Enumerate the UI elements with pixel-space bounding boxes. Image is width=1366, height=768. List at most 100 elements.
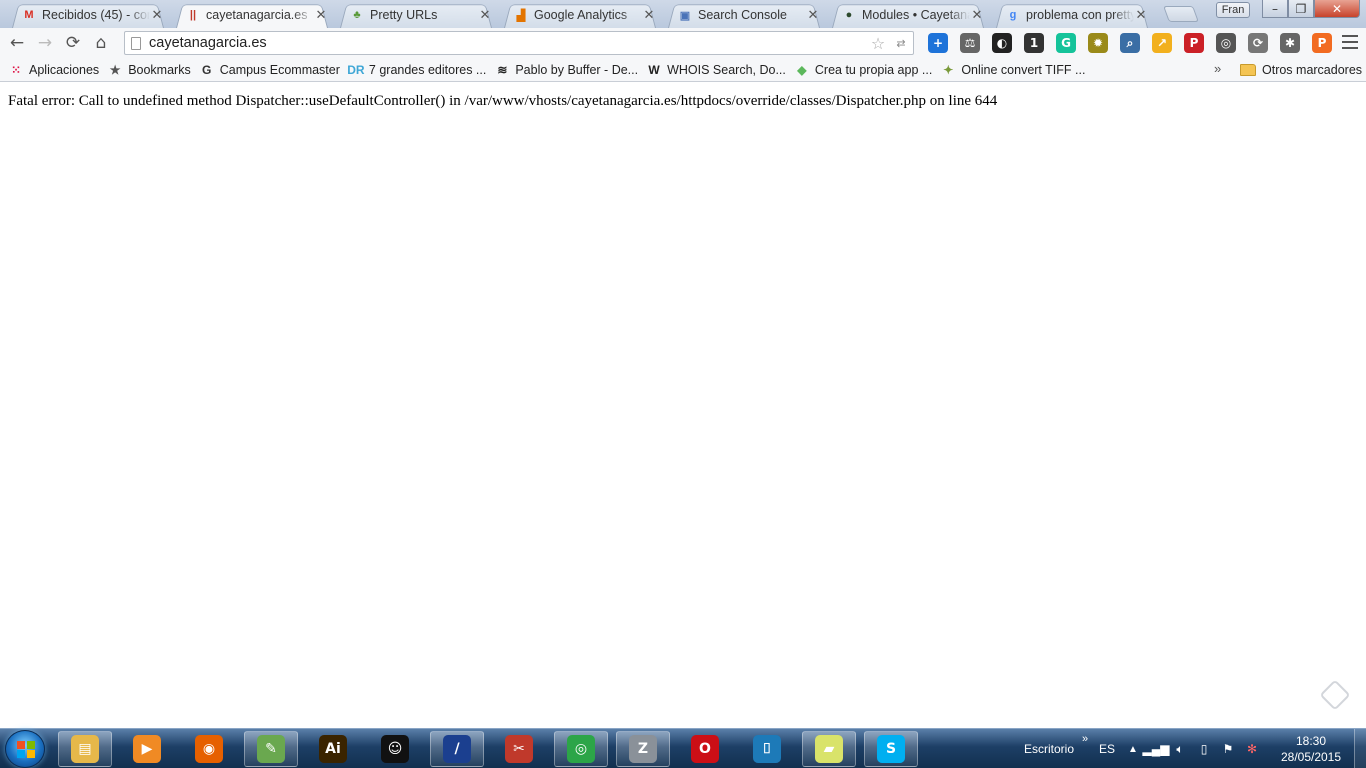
close-window-button[interactable]: ✕ — [1314, 0, 1360, 18]
tab-4[interactable]: ▟ Google Analytics ✕ — [496, 2, 664, 28]
close-tab-icon[interactable]: ✕ — [1134, 7, 1148, 23]
taskbar-app-button[interactable]: / — [430, 731, 484, 767]
bookmarks-overflow-button[interactable]: » — [1214, 61, 1221, 76]
site-favicon-icon: || — [186, 8, 200, 22]
extension-button[interactable]: ⟳ — [1242, 30, 1274, 56]
prestashop-admin-icon: ● — [842, 8, 856, 22]
chrome-menu-button[interactable] — [1342, 33, 1358, 51]
extension-button[interactable]: 1 — [1018, 30, 1050, 56]
taskbar-app-button[interactable]: ✎ — [244, 731, 298, 767]
tab-3[interactable]: ♣ Pretty URLs ✕ — [332, 2, 500, 28]
taskbar-app-button[interactable]: ◉ — [182, 731, 236, 767]
fatal-error-message: Fatal error: Call to undefined method Di… — [8, 93, 997, 110]
taskbar-app-button[interactable]: ✂ — [492, 731, 546, 767]
tab-1[interactable]: M Recibidos (45) - cont ✕ — [4, 2, 172, 28]
extension-button[interactable]: P — [1306, 30, 1338, 56]
system-tray: Escritorio » ES ▲ ▂▄▆ 🔈︎ ▯ ⚑ ✻ — [1020, 729, 1264, 768]
extension-button[interactable]: G — [1050, 30, 1082, 56]
buffer-icon: ≋ — [494, 62, 510, 78]
addthis-icon: + — [928, 33, 948, 53]
show-hidden-icons-icon[interactable]: ▲ — [1122, 729, 1144, 768]
bookmark-item[interactable]: ✦ Online convert TIFF ... — [938, 59, 1091, 81]
tray-chevron[interactable]: » — [1078, 729, 1092, 768]
gmail-icon: M — [22, 8, 36, 22]
flag-icon[interactable]: ⚑ — [1216, 729, 1240, 768]
bookmark-label: Online convert TIFF ... — [961, 63, 1085, 77]
analytics-extension-icon: ↗ — [1152, 33, 1172, 53]
google-search-icon: g — [1006, 8, 1020, 22]
address-bar[interactable]: ☆ ⇄ — [124, 31, 914, 55]
reload-button[interactable]: ⟳ — [59, 29, 87, 57]
seo-magnifier-icon: ⌕ — [1120, 33, 1140, 53]
close-tab-icon[interactable]: ✕ — [642, 7, 656, 23]
bookmark-item[interactable]: ≋ Pablo by Buffer - De... — [492, 59, 644, 81]
clock[interactable]: 18:30 28/05/2015 — [1276, 733, 1346, 765]
language-indicator[interactable]: ES — [1092, 729, 1122, 768]
bookmark-star-icon[interactable]: ☆ — [867, 34, 889, 53]
bookmark-item[interactable]: W WHOIS Search, Do... — [644, 59, 792, 81]
bookmark-item[interactable]: ⁙ Aplicaciones — [6, 59, 105, 81]
power-icon[interactable]: ▯ — [1192, 729, 1216, 768]
extension-button[interactable]: ✱ — [1274, 30, 1306, 56]
extension-button[interactable]: + — [922, 30, 954, 56]
tab-7[interactable]: g problema con pretty ✕ — [988, 2, 1156, 28]
extension-button[interactable]: ◐ — [986, 30, 1018, 56]
tab-strip: Fran – ❐ ✕ M Recibidos (45) - cont ✕ || caye… — [0, 0, 1366, 28]
extension-button[interactable]: ↗ — [1146, 30, 1178, 56]
close-tab-icon[interactable]: ✕ — [970, 7, 984, 23]
minimize-button[interactable]: – — [1262, 0, 1288, 18]
translate-icon[interactable]: ⇄ — [889, 37, 913, 50]
taskbar-app-button[interactable]: O — [678, 731, 732, 767]
windows-taskbar: Escritorio » ES ▲ ▂▄▆ 🔈︎ ▯ ⚑ ✻ 18:30 28/… — [0, 728, 1366, 768]
volume-icon[interactable]: 🔈︎ — [1168, 729, 1192, 768]
taskbar-app-button[interactable]: ⌷ — [740, 731, 794, 767]
grammarly-icon: G — [1056, 33, 1076, 53]
close-tab-icon[interactable]: ✕ — [478, 7, 492, 23]
bookmark-item[interactable]: ★ Bookmarks — [105, 59, 197, 81]
floating-extension-icon[interactable] — [1319, 679, 1350, 710]
profile-button[interactable]: Fran — [1216, 2, 1250, 18]
close-tab-icon[interactable]: ✕ — [150, 7, 164, 23]
extension-button[interactable]: ✹ — [1082, 30, 1114, 56]
bookmark-item[interactable]: G Campus Ecommaster — [197, 59, 346, 81]
bookmark-label: 7 grandes editores ... — [369, 63, 486, 77]
back-button[interactable]: ← — [3, 29, 31, 57]
taskbar-app-button[interactable]: ▶ — [120, 731, 174, 767]
taskbar-app-button[interactable]: S — [864, 731, 918, 767]
url-input[interactable] — [149, 33, 867, 53]
desktop-toolbar-label[interactable]: Escritorio — [1020, 729, 1078, 768]
tab-title: Search Console — [698, 8, 806, 22]
extension-button[interactable]: ◎ — [1210, 30, 1242, 56]
tab-5[interactable]: ▣ Search Console ✕ — [660, 2, 828, 28]
taskbar-app-button[interactable]: Z — [616, 731, 670, 767]
home-button[interactable]: ⌂ — [87, 29, 115, 57]
taskbar-app-button[interactable]: ▤ — [58, 731, 112, 767]
extension-button[interactable]: P — [1178, 30, 1210, 56]
taskbar-app-button[interactable]: ▰ — [802, 731, 856, 767]
extension-button[interactable]: ⌕ — [1114, 30, 1146, 56]
g-logo-icon: G — [199, 62, 215, 78]
sync-icon: ⟳ — [1248, 33, 1268, 53]
forward-button[interactable]: → — [31, 29, 59, 57]
extension-button[interactable]: ⚖ — [954, 30, 986, 56]
maximize-button[interactable]: ❐ — [1288, 0, 1314, 18]
show-desktop-button[interactable] — [1354, 729, 1366, 768]
bookmark-item[interactable]: DR 7 grandes editores ... — [346, 59, 492, 81]
bookmark-label: Aplicaciones — [29, 63, 99, 77]
tab-title: Google Analytics — [534, 8, 642, 22]
network-icon[interactable]: ▂▄▆ — [1144, 729, 1168, 768]
other-bookmarks-folder[interactable]: Otros marcadores — [1240, 59, 1362, 81]
tab-2[interactable]: || cayetanagarcia.es ✕ — [168, 2, 336, 28]
start-button[interactable] — [5, 730, 45, 768]
tab-6[interactable]: ● Modules • Cayetana ✕ — [824, 2, 992, 28]
smiley-app-icon: ☺ — [381, 735, 409, 763]
bookmark-item[interactable]: ◆ Crea tu propia app ... — [792, 59, 938, 81]
taskbar-app-button[interactable]: Ai — [306, 731, 360, 767]
new-tab-button[interactable] — [1163, 6, 1199, 22]
taskbar-app-button[interactable]: ◎ — [554, 731, 608, 767]
owl-icon: ◐ — [992, 33, 1012, 53]
close-tab-icon[interactable]: ✕ — [314, 7, 328, 23]
taskbar-app-button[interactable]: ☺ — [368, 731, 422, 767]
close-tab-icon[interactable]: ✕ — [806, 7, 820, 23]
sync-tray-icon[interactable]: ✻ — [1240, 729, 1264, 768]
